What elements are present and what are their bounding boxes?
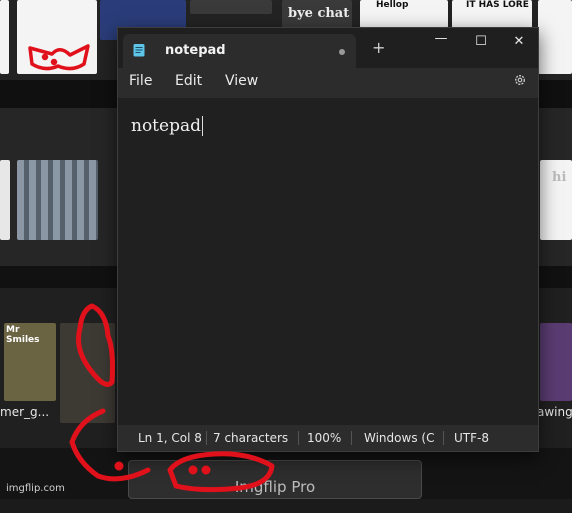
unsaved-dot-icon[interactable] bbox=[339, 49, 345, 55]
meme-thumbnail[interactable] bbox=[60, 323, 115, 423]
status-divider bbox=[443, 431, 444, 445]
notepad-window: notepad + — ☐ ✕ File Edit View notepad L… bbox=[117, 27, 539, 452]
title-bar[interactable]: notepad + — ☐ ✕ bbox=[118, 28, 538, 68]
editor-content[interactable]: notepad bbox=[131, 116, 203, 136]
minimize-button[interactable]: — bbox=[426, 31, 456, 46]
notepad-icon bbox=[133, 44, 145, 57]
status-characters: 7 characters bbox=[213, 431, 289, 445]
meme-thumbnail[interactable]: Mr Smiles bbox=[4, 323, 56, 401]
imgflip-pro-button[interactable]: Imgflip Pro bbox=[128, 460, 422, 499]
meme-thumbnail[interactable]: IT HAS LORE bbox=[452, 0, 532, 28]
status-line-ending[interactable]: Windows (C bbox=[364, 431, 434, 445]
thumb-text-mr-smiles: Mr Smiles bbox=[6, 325, 40, 345]
thumb-caption: mer_g... bbox=[0, 405, 50, 419]
maximize-button[interactable]: ☐ bbox=[466, 34, 496, 49]
menu-file[interactable]: File bbox=[129, 73, 152, 89]
status-divider bbox=[351, 431, 352, 445]
thumb-text-lore: IT HAS LORE bbox=[466, 0, 529, 10]
meme-thumbnail[interactable] bbox=[190, 0, 272, 14]
tab-title: notepad bbox=[165, 43, 226, 58]
meme-thumbnail[interactable] bbox=[540, 323, 572, 401]
status-divider bbox=[206, 431, 207, 445]
status-bar: Ln 1, Col 8 7 characters 100% Windows (C… bbox=[118, 425, 538, 451]
imgflip-watermark: imgflip.com bbox=[6, 483, 65, 494]
thumb-text-hi: hi bbox=[552, 170, 567, 185]
meme-thumbnail[interactable]: bye chat bbox=[282, 0, 352, 28]
tab-notepad[interactable]: notepad bbox=[123, 34, 356, 68]
status-encoding[interactable]: UTF-8 bbox=[454, 431, 489, 445]
status-divider bbox=[298, 431, 299, 445]
thumb-text-bye-chat: bye chat bbox=[288, 6, 350, 21]
text-editor[interactable]: notepad bbox=[118, 98, 538, 425]
close-button[interactable]: ✕ bbox=[504, 34, 534, 49]
menu-bar: File Edit View bbox=[118, 68, 538, 98]
thumb-caption: awings bbox=[537, 405, 572, 419]
settings-gear-icon[interactable] bbox=[513, 73, 527, 87]
thumb-text-hello: Hellop bbox=[376, 0, 409, 10]
menu-edit[interactable]: Edit bbox=[175, 73, 202, 89]
meme-thumbnail[interactable]: Hellop bbox=[360, 0, 448, 28]
meme-thumbnail[interactable] bbox=[0, 160, 10, 240]
new-tab-button[interactable]: + bbox=[372, 38, 385, 57]
meme-thumbnail[interactable] bbox=[17, 160, 98, 240]
meme-thumbnail[interactable] bbox=[17, 0, 97, 74]
menu-view[interactable]: View bbox=[225, 73, 258, 89]
status-zoom[interactable]: 100% bbox=[307, 431, 341, 445]
meme-thumbnail[interactable] bbox=[538, 0, 572, 74]
status-position: Ln 1, Col 8 bbox=[138, 431, 202, 445]
meme-thumbnail[interactable] bbox=[0, 0, 9, 74]
meme-thumbnail[interactable]: hi bbox=[540, 160, 572, 240]
